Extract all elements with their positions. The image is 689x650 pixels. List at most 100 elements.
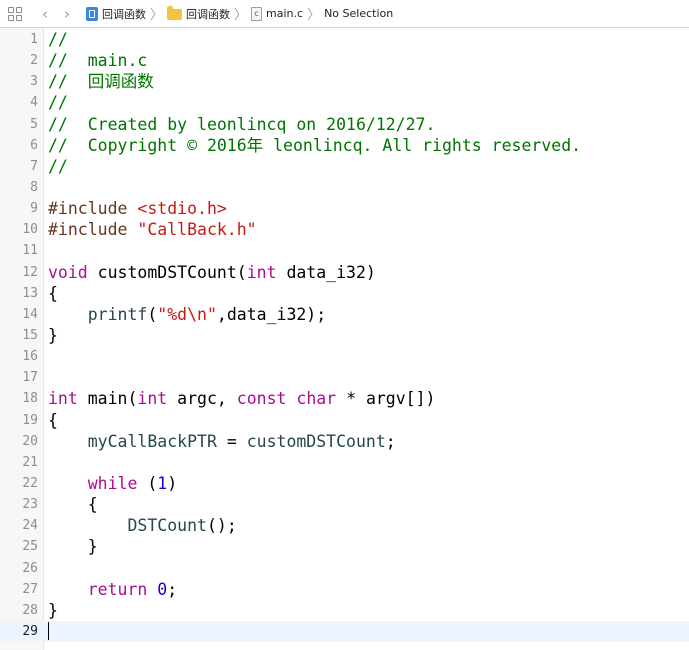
- code-token: DSTCount: [127, 516, 207, 536]
- code-token: }: [48, 600, 58, 620]
- code-token: //: [48, 156, 68, 176]
- code-token: 0: [157, 579, 168, 599]
- code-text: [48, 621, 49, 642]
- code-line[interactable]: 3 // 回调函数: [0, 71, 689, 92]
- code-line[interactable]: 29: [0, 620, 689, 643]
- code-line[interactable]: 18 int main(int argc, const char * argv[]…: [0, 388, 689, 409]
- code-token: }: [48, 325, 58, 345]
- code-text: void customDSTCount(int data_i32): [48, 262, 376, 283]
- code-line[interactable]: 4 //: [0, 92, 689, 113]
- code-token: ): [167, 473, 178, 493]
- code-token: // Copyright © 2016年 leonlincq. All righ…: [48, 135, 582, 155]
- breadcrumb-group[interactable]: 回调函数: [167, 6, 230, 22]
- line-number: 26: [22, 560, 38, 576]
- code-text: #include <stdio.h>: [48, 198, 227, 219]
- code-token: //: [48, 93, 68, 113]
- code-text: //: [48, 92, 68, 113]
- code-line[interactable]: 27 return 0;: [0, 579, 689, 600]
- line-number: 2: [30, 53, 38, 69]
- code-line[interactable]: 11: [0, 240, 689, 261]
- code-line[interactable]: 17: [0, 367, 689, 388]
- code-line[interactable]: 2 // main.c: [0, 50, 689, 71]
- code-line[interactable]: 6 // Copyright © 2016年 leonlincq. All rig…: [0, 135, 689, 156]
- line-number: 16: [22, 349, 38, 365]
- code-token: myCallBackPTR: [87, 431, 217, 451]
- code-token: // main.c: [48, 51, 148, 71]
- code-line[interactable]: 28}: [0, 600, 689, 621]
- breadcrumb-project-label: 回调函数: [102, 7, 146, 21]
- related-items-icon[interactable]: [8, 6, 22, 21]
- code-text: }: [48, 325, 58, 346]
- code-line[interactable]: 5 // Created by leonlincq on 2016/12/27.: [0, 114, 689, 135]
- code-token: // Created by leonlincq on 2016/12/27.: [48, 114, 436, 134]
- code-text: {: [48, 410, 58, 431]
- code-text: }: [48, 600, 58, 621]
- line-number: 10: [22, 222, 38, 238]
- code-text: int main(int argc, const char * argv[]): [48, 388, 435, 409]
- breadcrumb-separator: 〉: [234, 8, 248, 23]
- code-line[interactable]: 19 {: [0, 410, 689, 431]
- code-line[interactable]: 9 #include <stdio.h>: [0, 198, 689, 219]
- source-editor[interactable]: 1 // 2 // main.c 3 // 回调函数 4 // 5 // Created by l…: [0, 28, 689, 650]
- code-token: ,data_i32);: [216, 304, 327, 324]
- jump-bar: ‹ › 回调函数 〉 回调函数 〉 c main.c 〉 No Selectio…: [0, 0, 689, 28]
- code-token: (: [147, 304, 158, 324]
- breadcrumb-separator: 〉: [307, 8, 321, 23]
- line-number: 15: [22, 327, 38, 343]
- breadcrumb-project[interactable]: 回调函数: [86, 6, 146, 22]
- line-number: 20: [22, 433, 38, 449]
- code-token: char: [296, 389, 337, 409]
- code-token: main(: [77, 389, 138, 409]
- code-line[interactable]: 1 //: [0, 29, 689, 50]
- code-line[interactable]: 23 {: [0, 494, 689, 515]
- code-token: int: [246, 262, 277, 282]
- code-token: int: [48, 389, 78, 409]
- code-line[interactable]: 22 while (1): [0, 473, 689, 494]
- code-text: while (1): [48, 473, 177, 494]
- code-token: {: [48, 283, 58, 303]
- code-line[interactable]: 8: [0, 177, 689, 198]
- navigation-arrows: ‹ ›: [34, 6, 78, 22]
- code-token: {: [48, 410, 58, 430]
- code-token: const: [236, 389, 287, 409]
- code-line[interactable]: 13 {: [0, 283, 689, 304]
- code-line[interactable]: 24 DSTCount();: [0, 515, 689, 536]
- code-line[interactable]: 20 myCallBackPTR = customDSTCount;: [0, 431, 689, 452]
- code-line[interactable]: 15}: [0, 325, 689, 346]
- code-line[interactable]: 12 void customDSTCount(int data_i32): [0, 262, 689, 283]
- line-number: 25: [22, 539, 38, 555]
- code-token: #include: [48, 220, 138, 240]
- code-line[interactable]: 14 printf("%d\n",data_i32);: [0, 304, 689, 325]
- code-text: #include "CallBack.h": [48, 219, 257, 240]
- code-token: data_i32): [276, 262, 376, 282]
- code-text: // main.c: [48, 50, 147, 71]
- code-token: customDSTCount: [246, 431, 386, 451]
- forward-button[interactable]: ›: [56, 6, 78, 22]
- code-token: printf: [87, 304, 148, 324]
- code-token: argc,: [167, 389, 237, 409]
- line-number: 3: [30, 74, 38, 90]
- code-token: <stdio.h>: [137, 199, 227, 219]
- code-line[interactable]: 10 #include "CallBack.h": [0, 219, 689, 240]
- project-icon: [86, 6, 98, 21]
- code-line[interactable]: 26: [0, 558, 689, 579]
- code-line[interactable]: 16: [0, 346, 689, 367]
- line-number: 22: [22, 475, 38, 491]
- line-number: 18: [22, 391, 38, 407]
- code-token: ;: [167, 579, 178, 599]
- code-line[interactable]: 25 }: [0, 536, 689, 557]
- line-number: 6: [30, 137, 38, 153]
- code-line[interactable]: 7 //: [0, 156, 689, 177]
- breadcrumb-file[interactable]: c main.c: [251, 6, 304, 21]
- back-button[interactable]: ‹: [34, 6, 56, 22]
- breadcrumb-file-label: main.c: [266, 7, 304, 20]
- code-line[interactable]: 21: [0, 452, 689, 473]
- code-token: ();: [206, 516, 237, 536]
- code-token: #include: [48, 199, 138, 219]
- code-token: =: [216, 431, 247, 451]
- breadcrumb-symbol[interactable]: No Selection: [324, 7, 393, 20]
- line-number: 14: [22, 306, 38, 322]
